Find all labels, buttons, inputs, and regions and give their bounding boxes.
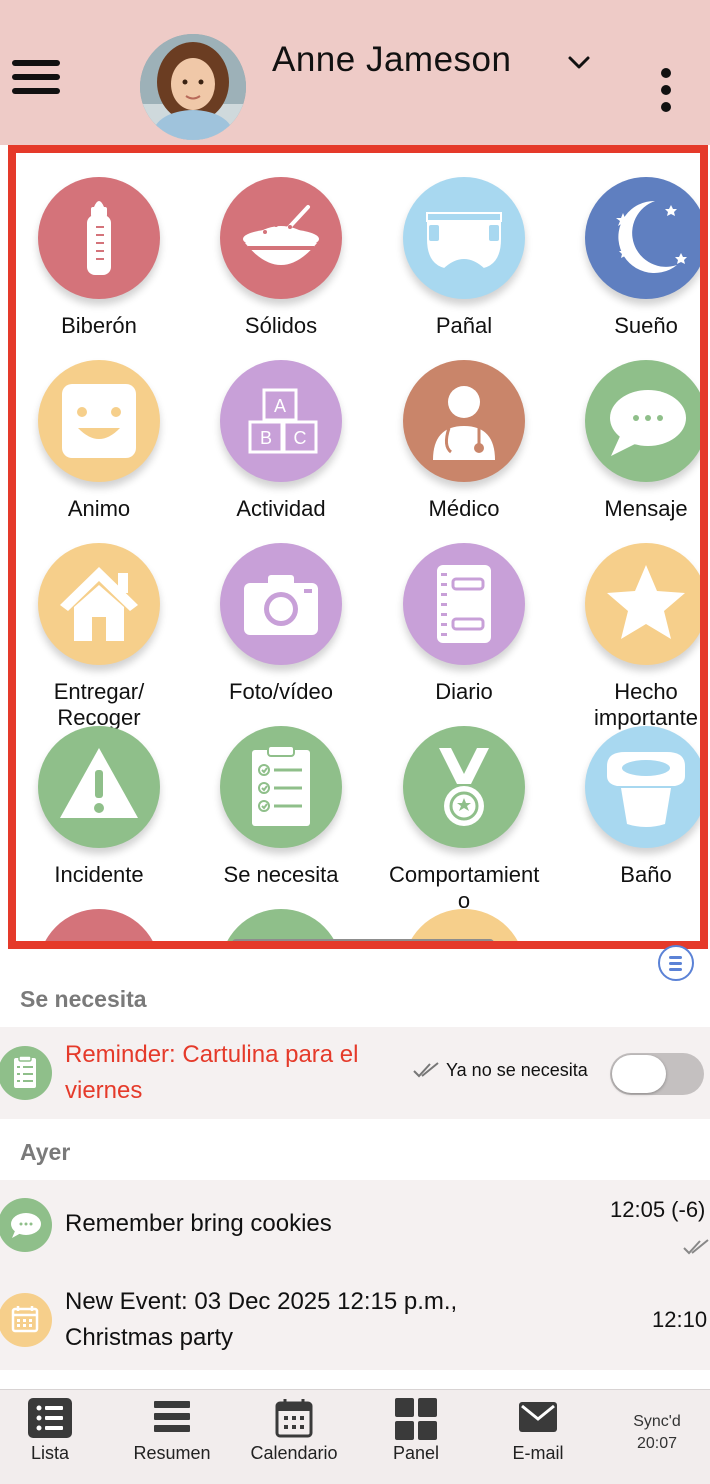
hamburger-menu-icon[interactable]: [12, 60, 60, 100]
house-icon: [38, 543, 160, 665]
sync-status[interactable]: Sync'd 20:07: [600, 1411, 710, 1455]
svg-text:C: C: [294, 428, 307, 448]
section-title: Ayer: [20, 1139, 71, 1165]
svg-text:B: B: [260, 428, 272, 448]
tile-label: Se necesita: [223, 862, 339, 887]
chat-bubble-icon: [0, 1198, 52, 1252]
tile-doctor[interactable]: Médico: [373, 360, 555, 522]
partial-tile-circle[interactable]: [38, 909, 160, 941]
notebook-icon: [403, 543, 525, 665]
star-icon: [585, 543, 700, 665]
sync-label: Sync'd: [633, 1413, 681, 1430]
bottle-icon: [38, 177, 160, 299]
summary-icon: [154, 1401, 190, 1432]
item-time: 12:10: [652, 1307, 708, 1332]
tile-label: Mensaje: [604, 496, 688, 521]
reminder-text: Reminder: Cartulina para el viernes: [65, 1041, 359, 1104]
app-header: Anne Jameson: [0, 0, 710, 145]
potty-icon: [585, 726, 700, 848]
tile-moon-stars[interactable]: Sueño: [555, 177, 700, 339]
diaper-icon: [403, 177, 525, 299]
tile-potty[interactable]: Baño: [555, 726, 700, 888]
tile-label: Pañal: [435, 313, 493, 338]
double-check-icon: [413, 1062, 439, 1078]
nav-label: Calendario: [250, 1443, 338, 1463]
child-avatar[interactable]: [140, 34, 246, 140]
tile-label: Incidente: [54, 862, 144, 887]
svg-text:A: A: [274, 396, 286, 416]
drag-handle[interactable]: [232, 939, 494, 941]
tile-label: Actividad: [236, 496, 326, 521]
abc-blocks-icon: AB C: [220, 360, 342, 482]
tile-abc-blocks[interactable]: A B C Actividad: [190, 360, 372, 522]
list-toggle-icon[interactable]: [658, 945, 694, 981]
tile-label: Sueño: [614, 313, 678, 338]
item-time: 12:05 (-6): [610, 1197, 706, 1222]
tile-warning[interactable]: Incidente: [16, 726, 190, 888]
tile-label: Comportamient o: [389, 862, 540, 913]
timeline-item[interactable]: Remember bring cookies 12:05 (-6): [0, 1180, 710, 1270]
tile-label: Médico: [428, 496, 500, 521]
partial-tile-circle[interactable]: [220, 909, 342, 941]
item-text: New Event: 03 Dec 2025 12:15 p.m., Chris…: [65, 1288, 458, 1351]
tile-chat-bubble[interactable]: Mensaje: [555, 360, 700, 522]
bowl-icon: [220, 177, 342, 299]
child-name[interactable]: Anne Jameson: [272, 40, 511, 80]
nav-label: E-mail: [512, 1443, 564, 1463]
checklist-icon: [0, 1046, 52, 1100]
tile-label: Sólidos: [244, 313, 318, 338]
double-check-icon: [683, 1239, 709, 1255]
tile-checklist[interactable]: Se necesita: [190, 726, 372, 888]
nav-label: Panel: [392, 1443, 440, 1463]
calendar-icon: [275, 1399, 313, 1438]
smiley-icon: [38, 360, 160, 482]
tile-camera[interactable]: Foto/vídeo: [190, 543, 372, 705]
tile-label: Baño: [620, 862, 672, 887]
item-text: Remember bring cookies: [65, 1210, 332, 1237]
needed-item[interactable]: Reminder: Cartulina para el viernes Ya n…: [0, 1027, 710, 1119]
list-icon: [28, 1398, 72, 1438]
tile-bottle[interactable]: Biberón: [16, 177, 190, 339]
activity-grid: Biberón Sólidos Pañal Sueño Animo A B C Activida…: [8, 145, 708, 949]
tile-smiley[interactable]: Animo: [16, 360, 190, 522]
section-header-needed: Se necesita: [0, 981, 710, 1021]
moon-stars-icon: [585, 177, 700, 299]
warning-icon: [38, 726, 160, 848]
calendar-event-icon: [0, 1293, 52, 1347]
section-header-yesterday: Ayer: [0, 1134, 710, 1174]
tile-bowl[interactable]: Sólidos: [190, 177, 372, 339]
timeline-item[interactable]: New Event: 03 Dec 2025 12:15 p.m., Chris…: [0, 1270, 710, 1370]
tile-diaper[interactable]: Pañal: [373, 177, 555, 339]
tile-label: Hecho importante: [594, 679, 698, 730]
chat-bubble-icon: [585, 360, 700, 482]
tile-label: Animo: [67, 496, 131, 521]
nav-label: Resumen: [133, 1443, 211, 1463]
partial-tile-circle[interactable]: [403, 909, 525, 941]
tile-label: Foto/vídeo: [229, 679, 333, 704]
tile-label: Diario: [435, 679, 493, 704]
more-options-icon[interactable]: [656, 68, 676, 116]
chevron-down-icon[interactable]: [566, 52, 592, 72]
tile-star[interactable]: Hecho importante: [555, 543, 700, 731]
mail-icon: [519, 1402, 557, 1432]
tile-medal[interactable]: Comportamient o: [373, 726, 555, 914]
not-needed-toggle[interactable]: [610, 1053, 704, 1095]
toggle-label: Ya no se necesita: [446, 1060, 588, 1080]
sync-time: 20:07: [636, 1435, 678, 1452]
checklist-icon: [220, 726, 342, 848]
section-title: Se necesita: [20, 986, 147, 1012]
medal-icon: [403, 726, 525, 848]
dashboard-icon: [395, 1398, 437, 1440]
nav-label: Lista: [30, 1443, 70, 1463]
tile-house[interactable]: Entregar/ Recoger: [16, 543, 190, 731]
tile-label: Entregar/ Recoger: [53, 679, 145, 730]
tile-label: Biberón: [61, 313, 137, 338]
doctor-icon: [403, 360, 525, 482]
camera-icon: [220, 543, 342, 665]
tile-notebook[interactable]: Diario: [373, 543, 555, 705]
